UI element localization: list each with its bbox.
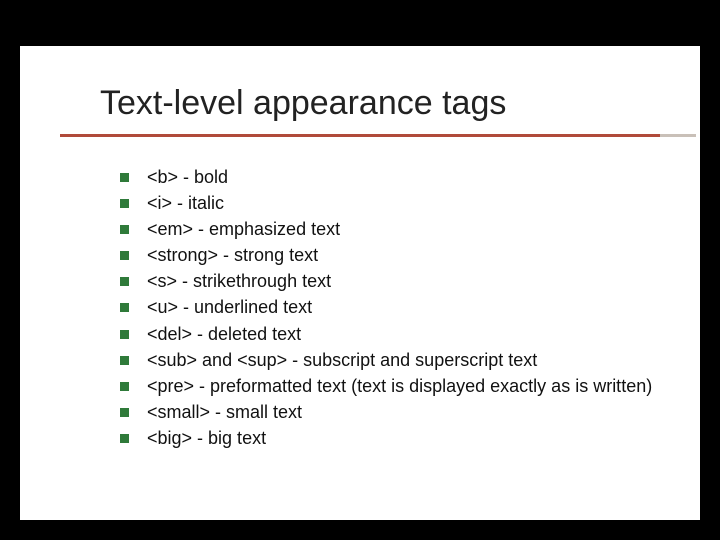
bullet-icon [120,225,129,234]
accent-line-tail [660,134,696,137]
list-item: <u> - underlined text [120,294,660,320]
list-item: <em> - emphasized text [120,216,660,242]
bullet-icon [120,356,129,365]
title-wrap: Text-level appearance tags [100,84,660,123]
list-item-text: <pre> - preformatted text (text is displ… [147,373,660,399]
bullet-icon [120,408,129,417]
list-item: <strong> - strong text [120,242,660,268]
list-item-text: <u> - underlined text [147,294,660,320]
list-item-text: <big> - big text [147,425,660,451]
bullet-icon [120,330,129,339]
bullet-icon [120,434,129,443]
list-item: <i> - italic [120,190,660,216]
bullet-icon [120,251,129,260]
list-item-text: <em> - emphasized text [147,216,660,242]
slide: Text-level appearance tags <b> - bold <i… [20,46,700,520]
bullet-icon [120,199,129,208]
accent-line [60,134,660,137]
list-item: <pre> - preformatted text (text is displ… [120,373,660,399]
list-item-text: <del> - deleted text [147,321,660,347]
list-item-text: <s> - strikethrough text [147,268,660,294]
list-item: <s> - strikethrough text [120,268,660,294]
list-item-text: <sub> and <sup> - subscript and superscr… [147,347,660,373]
bullet-icon [120,173,129,182]
bullet-icon [120,382,129,391]
bullet-icon [120,303,129,312]
list-item-text: <small> - small text [147,399,660,425]
list-item-text: <i> - italic [147,190,660,216]
list-item: <del> - deleted text [120,321,660,347]
list-item: <b> - bold [120,164,660,190]
bullet-list: <b> - bold <i> - italic <em> - emphasize… [120,164,660,451]
list-item-text: <strong> - strong text [147,242,660,268]
list-item: <big> - big text [120,425,660,451]
list-item-text: <b> - bold [147,164,660,190]
slide-title: Text-level appearance tags [100,84,660,123]
list-item: <small> - small text [120,399,660,425]
list-item: <sub> and <sup> - subscript and superscr… [120,347,660,373]
bullet-icon [120,277,129,286]
